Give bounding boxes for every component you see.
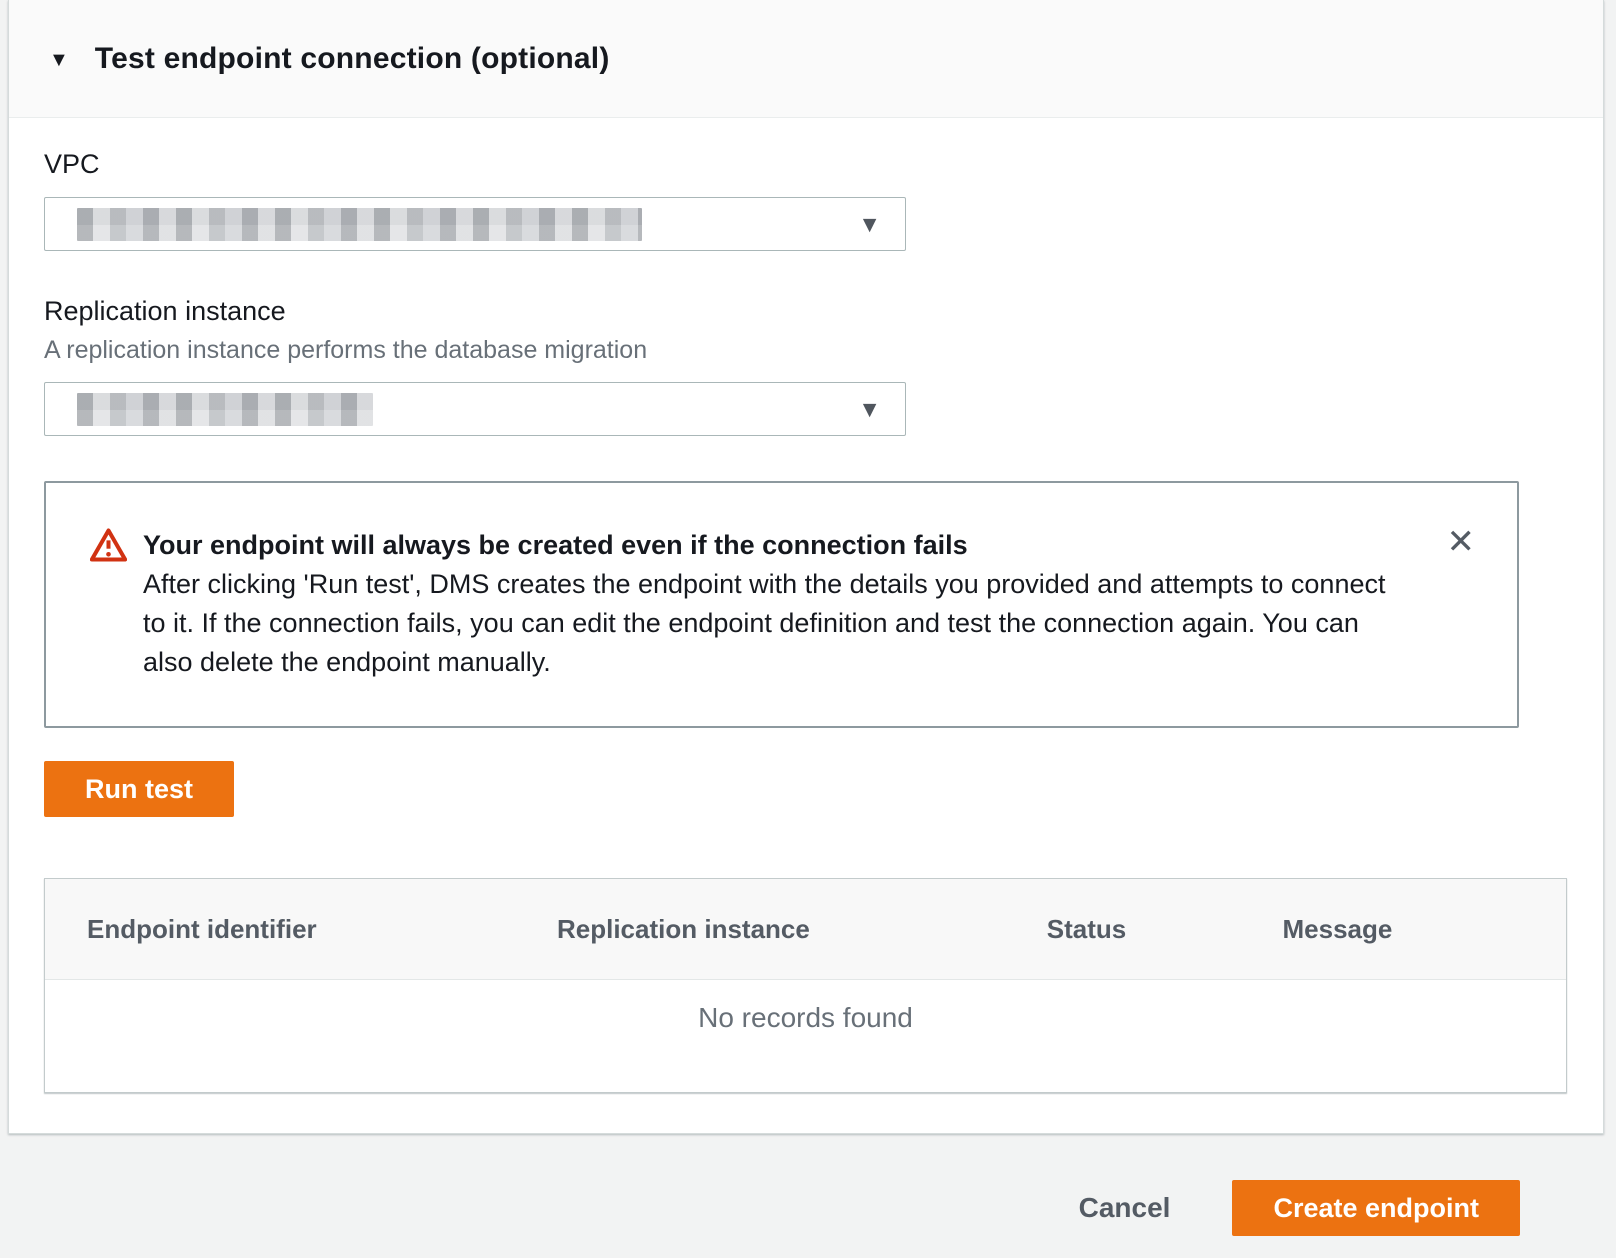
replication-instance-field: Replication instance A replication insta… (44, 296, 1567, 436)
collapse-caret-icon[interactable]: ▼ (49, 50, 69, 70)
table-empty-state: No records found (45, 980, 1566, 1092)
replication-instance-select[interactable]: ▼ (44, 382, 906, 436)
column-header-replication-instance: Replication instance (515, 914, 1005, 945)
create-endpoint-button[interactable]: Create endpoint (1232, 1180, 1520, 1236)
replication-instance-label: Replication instance (44, 296, 1567, 327)
alert-title: Your endpoint will always be created eve… (143, 525, 1411, 565)
column-header-endpoint-identifier: Endpoint identifier (45, 914, 515, 945)
alert-body: After clicking 'Run test', DMS creates t… (143, 565, 1411, 682)
warning-alert: Your endpoint will always be created eve… (44, 481, 1519, 728)
table-header-row: Endpoint identifier Replication instance… (45, 879, 1566, 980)
replication-instance-description: A replication instance performs the data… (44, 336, 1567, 365)
test-endpoint-connection-panel: ▼ Test endpoint connection (optional) VP… (8, 0, 1604, 1134)
chevron-down-icon: ▼ (858, 398, 881, 421)
cancel-button[interactable]: Cancel (1079, 1192, 1171, 1224)
vpc-label: VPC (44, 149, 1567, 180)
alert-content: Your endpoint will always be created eve… (143, 525, 1441, 682)
close-icon[interactable]: ✕ (1441, 523, 1482, 561)
replication-instance-redacted-value (77, 393, 373, 426)
panel-header[interactable]: ▼ Test endpoint connection (optional) (9, 0, 1603, 118)
vpc-field: VPC ▼ (44, 149, 1567, 251)
test-results-table: Endpoint identifier Replication instance… (44, 878, 1567, 1093)
panel-title: Test endpoint connection (optional) (95, 42, 610, 76)
vpc-select[interactable]: ▼ (44, 197, 906, 251)
page: ▼ Test endpoint connection (optional) VP… (0, 0, 1616, 1236)
run-test-button[interactable]: Run test (44, 761, 234, 817)
column-header-status: Status (1005, 914, 1241, 945)
vpc-redacted-value (77, 208, 642, 241)
chevron-down-icon: ▼ (858, 213, 881, 236)
column-header-message: Message (1240, 914, 1565, 945)
panel-body: VPC ▼ Replication instance A replication… (9, 118, 1603, 1133)
warning-triangle-icon (90, 528, 127, 567)
footer-actions: Cancel Create endpoint (0, 1134, 1616, 1236)
